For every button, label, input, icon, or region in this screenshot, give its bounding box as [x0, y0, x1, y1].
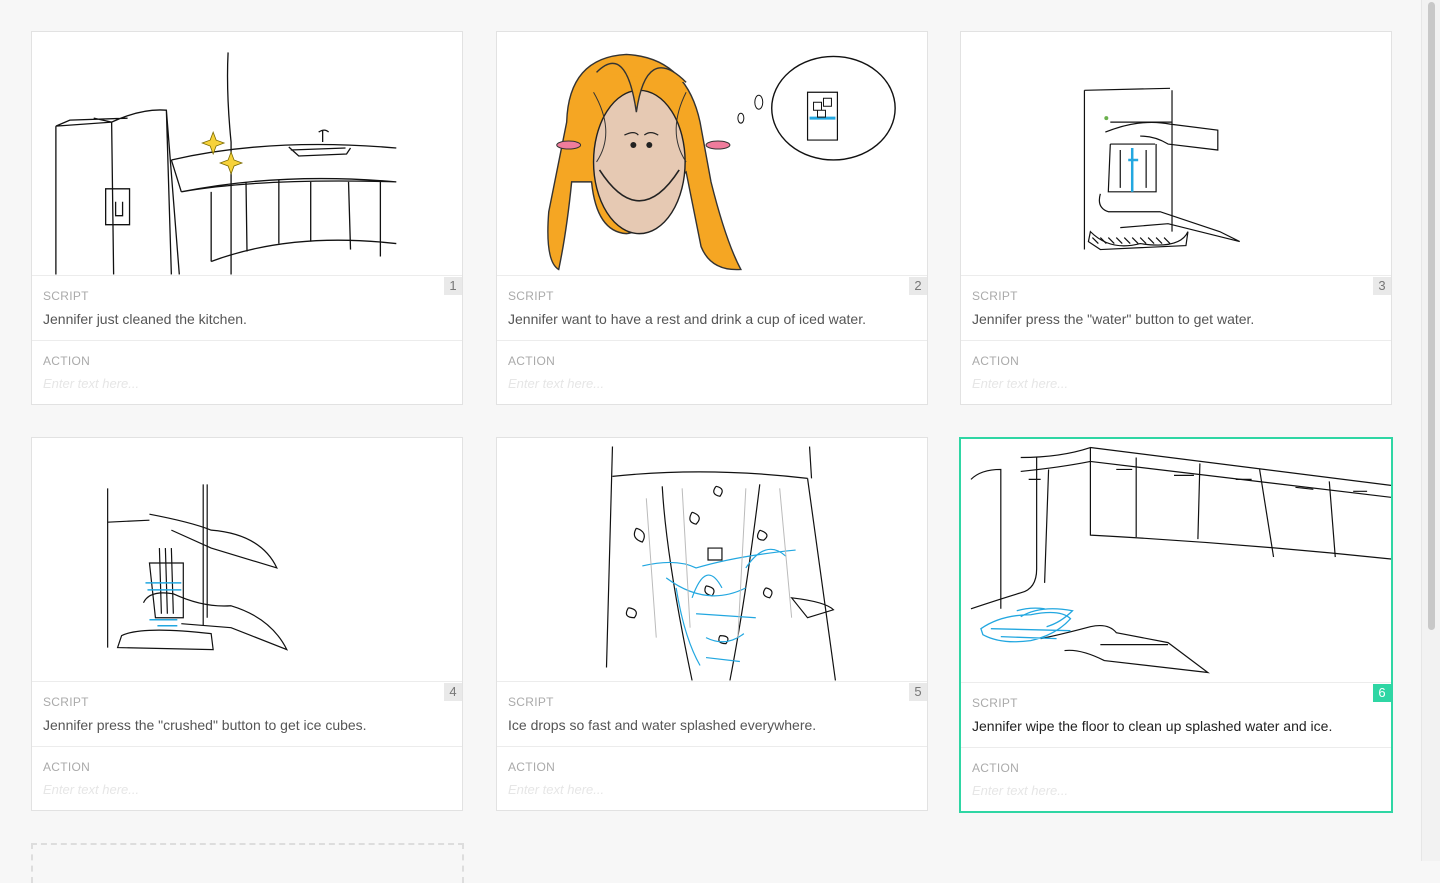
- script-label: SCRIPT: [508, 289, 554, 303]
- action-section-6[interactable]: ACTION: [961, 748, 1391, 812]
- script-section-3[interactable]: SCRIPT Jennifer press the "water" button…: [961, 276, 1391, 341]
- action-section-3[interactable]: ACTION: [961, 341, 1391, 405]
- action-input-2[interactable]: [508, 376, 908, 391]
- script-text-2[interactable]: Jennifer want to have a rest and drink a…: [508, 311, 866, 327]
- water-dispenser-sketch-icon: [961, 32, 1391, 275]
- script-label: SCRIPT: [508, 695, 554, 709]
- script-section-6[interactable]: SCRIPT Jennifer wipe the floor to clean …: [961, 683, 1391, 748]
- script-label: SCRIPT: [972, 696, 1018, 710]
- frame-image-6[interactable]: [961, 439, 1391, 683]
- frame-image-2[interactable]: [497, 32, 927, 276]
- girl-thinking-sketch-icon: [497, 32, 927, 275]
- script-section-5[interactable]: SCRIPT Ice drops so fast and water splas…: [497, 682, 927, 747]
- action-label: ACTION: [43, 354, 91, 368]
- frame-image-4[interactable]: [32, 438, 462, 682]
- script-label: SCRIPT: [972, 289, 1018, 303]
- frame-card-2[interactable]: 2 SCRIPT Jennifer want to have a rest an…: [496, 31, 928, 405]
- action-label: ACTION: [508, 760, 556, 774]
- action-label: ACTION: [972, 761, 1020, 775]
- ice-dispenser-sketch-icon: [32, 438, 462, 681]
- frame-card-1[interactable]: 1 SCRIPT Jennifer just cleaned the kitch…: [31, 31, 463, 405]
- frame-image-1[interactable]: [32, 32, 462, 276]
- action-section-5[interactable]: ACTION: [497, 747, 927, 811]
- action-section-2[interactable]: ACTION: [497, 341, 927, 405]
- script-section-1[interactable]: SCRIPT Jennifer just cleaned the kitchen…: [32, 276, 462, 341]
- vertical-scrollbar[interactable]: [1421, 0, 1440, 861]
- ice-splash-sketch-icon: [497, 438, 927, 681]
- frame-card-4[interactable]: 4 SCRIPT Jennifer press the "crushed" bu…: [31, 437, 463, 811]
- script-text-4[interactable]: Jennifer press the "crushed" button to g…: [43, 717, 367, 733]
- frame-image-5[interactable]: [497, 438, 927, 682]
- script-label: SCRIPT: [43, 289, 89, 303]
- action-input-5[interactable]: [508, 782, 908, 797]
- storyboard: 1 SCRIPT Jennifer just cleaned the kitch…: [0, 0, 1422, 883]
- action-input-1[interactable]: [43, 376, 443, 391]
- frame-card-6[interactable]: 6 SCRIPT Jennifer wipe the floor to clea…: [959, 437, 1393, 813]
- action-label: ACTION: [972, 354, 1020, 368]
- add-frame-placeholder[interactable]: [31, 843, 464, 883]
- action-input-3[interactable]: [972, 376, 1372, 391]
- script-section-4[interactable]: SCRIPT Jennifer press the "crushed" butt…: [32, 682, 462, 747]
- frame-card-3[interactable]: 3 SCRIPT Jennifer press the "water" butt…: [960, 31, 1392, 405]
- script-section-2[interactable]: SCRIPT Jennifer want to have a rest and …: [497, 276, 927, 341]
- action-label: ACTION: [508, 354, 556, 368]
- action-input-4[interactable]: [43, 782, 443, 797]
- script-label: SCRIPT: [43, 695, 89, 709]
- frame-image-3[interactable]: [961, 32, 1391, 276]
- script-text-3[interactable]: Jennifer press the "water" button to get…: [972, 311, 1254, 327]
- action-input-6[interactable]: [972, 783, 1372, 798]
- script-text-5[interactable]: Ice drops so fast and water splashed eve…: [508, 717, 816, 733]
- script-text-6[interactable]: Jennifer wipe the floor to clean up spla…: [972, 718, 1332, 734]
- action-section-1[interactable]: ACTION: [32, 341, 462, 405]
- wipe-floor-sketch-icon: [961, 439, 1391, 682]
- action-label: ACTION: [43, 760, 91, 774]
- frame-card-5[interactable]: 5 SCRIPT Ice drops so fast and water spl…: [496, 437, 928, 811]
- script-text-1[interactable]: Jennifer just cleaned the kitchen.: [43, 311, 247, 327]
- action-section-4[interactable]: ACTION: [32, 747, 462, 811]
- scrollbar-thumb[interactable]: [1428, 2, 1435, 630]
- kitchen-sketch-icon: [32, 32, 462, 275]
